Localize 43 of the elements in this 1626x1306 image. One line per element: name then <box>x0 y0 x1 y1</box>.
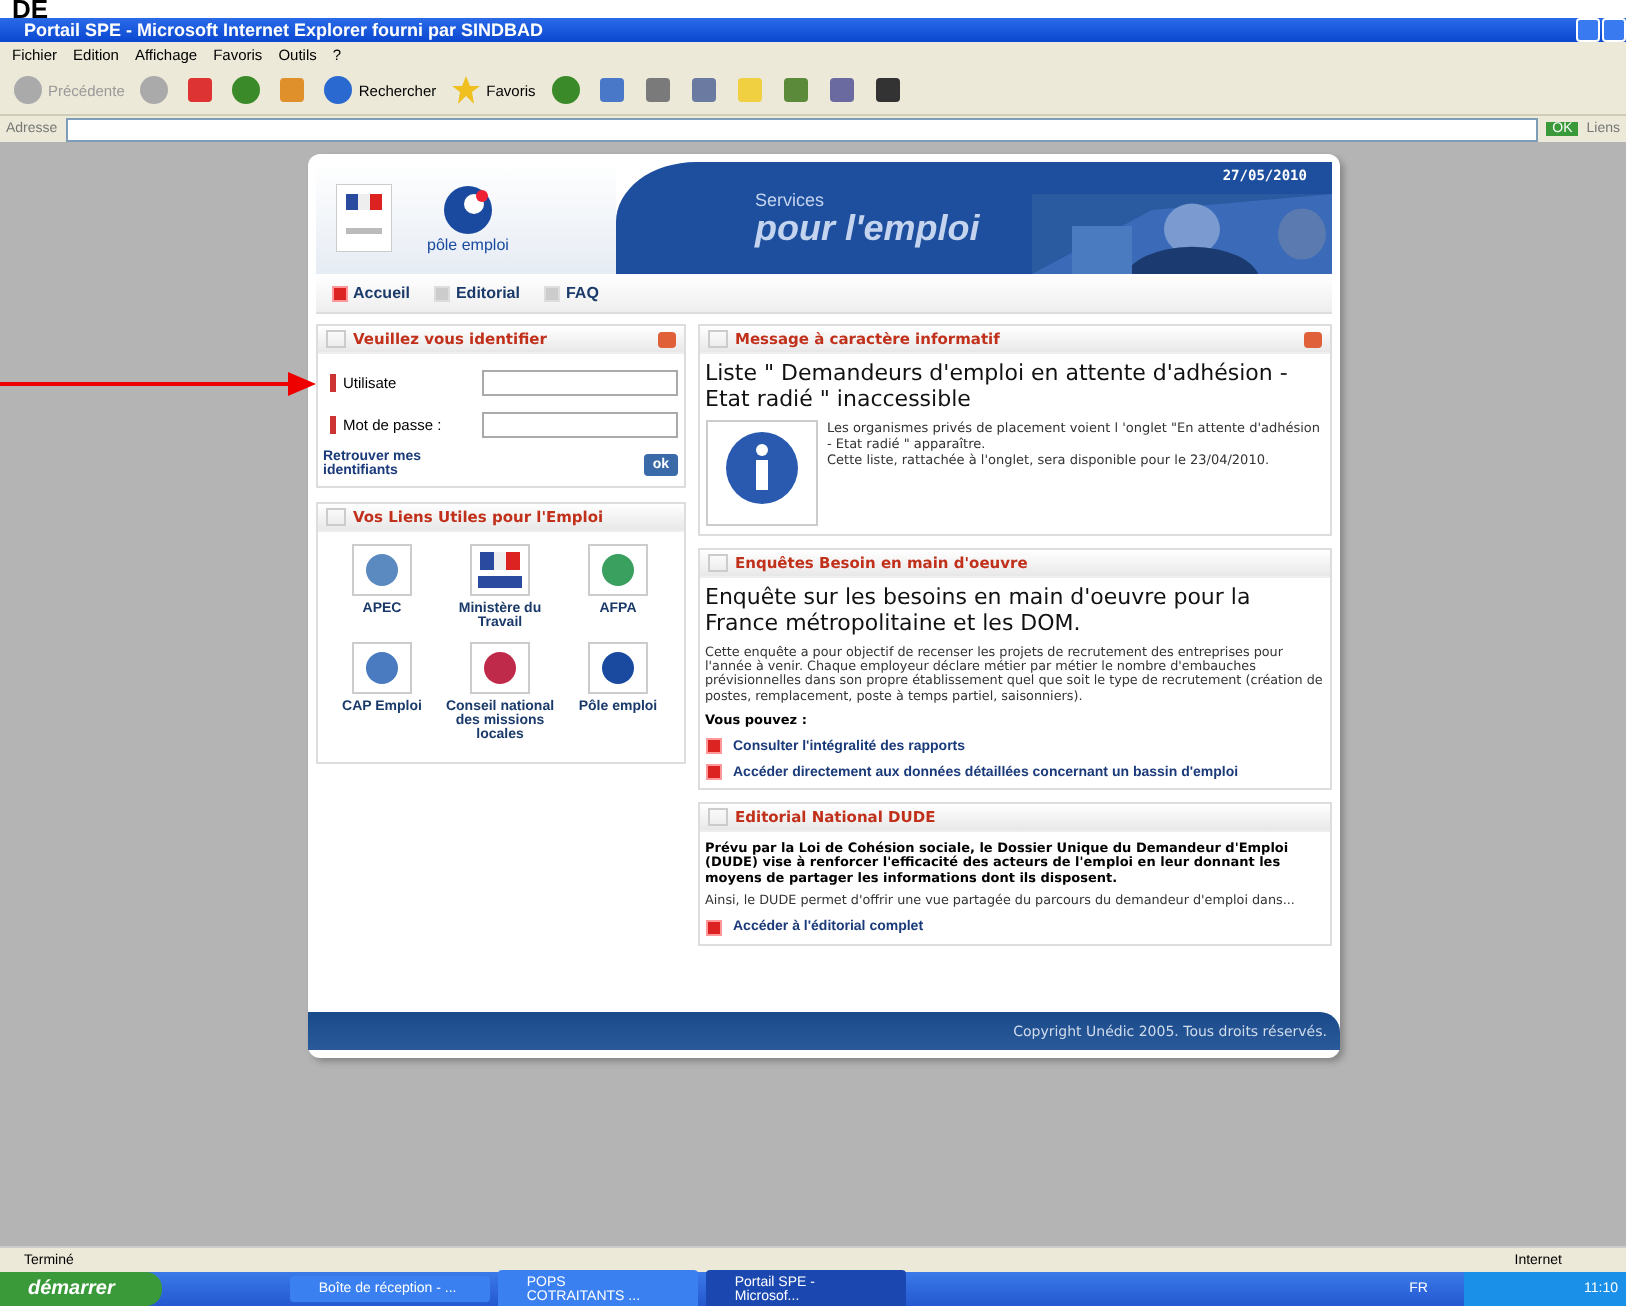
start-button[interactable]: démarrer <box>0 1272 163 1306</box>
toolbar-icon <box>450 74 483 106</box>
input-field[interactable] <box>481 412 677 438</box>
toolbar-icon <box>641 74 674 106</box>
toolbar-icon <box>733 74 766 106</box>
nav-tab[interactable]: Editorial <box>433 284 520 302</box>
close-icon[interactable] <box>657 331 675 347</box>
plus-icon <box>705 919 721 936</box>
toolbar-icon <box>12 74 44 106</box>
logo-icon <box>588 544 648 596</box>
nav-tab[interactable]: Accueil <box>331 284 410 302</box>
logo-icon <box>588 642 648 694</box>
toolbar-icon <box>549 74 582 106</box>
flag-icon <box>335 184 391 252</box>
toolbar-icon <box>779 74 812 106</box>
toolbar-icon <box>595 74 628 106</box>
toolbar-icon <box>825 74 858 106</box>
banner-title: pour l'emploi <box>755 209 980 245</box>
logo-icon <box>470 544 530 596</box>
toolbar-icon <box>871 74 904 106</box>
annotation-text: DE <box>10 0 49 18</box>
message-heading: Liste " Demandeurs d'emploi en attente d'adhésion - Etat radié " inaccessible <box>705 362 1290 413</box>
window-title: Portail SPE - Microsoft Internet Explorer fourni par SINDBAD <box>24 20 544 40</box>
info-icon <box>723 430 799 507</box>
close-icon[interactable] <box>1303 331 1321 347</box>
banner-subtitle: Services <box>755 191 827 209</box>
toolbar-icon <box>184 74 217 106</box>
nav-tab[interactable]: FAQ <box>543 284 599 302</box>
minimize-button[interactable] <box>1576 18 1600 42</box>
logo-icon <box>470 642 530 694</box>
logo-icon <box>352 544 412 596</box>
toolbar-icon <box>276 74 309 106</box>
toolbar-icon <box>687 74 720 106</box>
input-field[interactable] <box>481 370 677 396</box>
toolbar-icon <box>322 74 355 106</box>
survey-heading: Enquête sur les besoins en main d'oeuvre pour la France métropolitaine et les DOM. <box>705 586 1253 638</box>
maximize-button[interactable] <box>1602 18 1626 42</box>
logo-icon <box>441 183 494 235</box>
toolbar-icon <box>138 74 171 106</box>
address-field[interactable] <box>65 117 1539 141</box>
toolbar-icon <box>230 74 263 106</box>
logo-text: pôle emploi <box>427 235 509 253</box>
logo-icon <box>352 642 412 694</box>
